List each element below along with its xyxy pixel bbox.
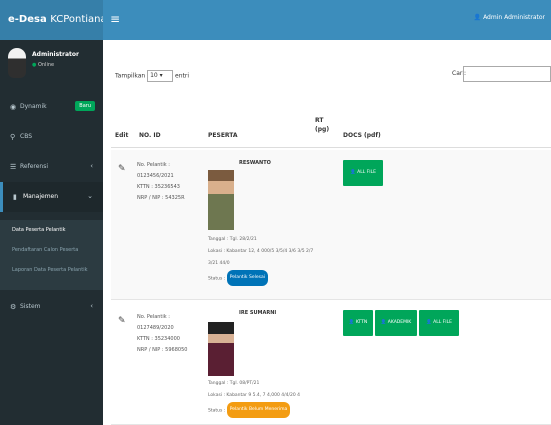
top-navbar: e-Desa KCPontianak ≡ 👤 Admin Administrat… xyxy=(0,0,551,40)
info-line: NRP / NIP : 54325R xyxy=(137,195,185,201)
detail-line: Lokasi : Kabantar 9 5.4, 7 4,000 4/4/20 … xyxy=(208,393,301,398)
entries-label: entri xyxy=(175,72,190,80)
doc-button-label: AKADEMIK xyxy=(387,320,412,325)
detail-line: Tanggal : Tgl. 28/2/21 xyxy=(208,237,257,242)
gear-icon: ⚙ xyxy=(10,303,17,311)
sidebar-item-label: CBS xyxy=(20,133,33,140)
column-header-no-id[interactable]: NO. ID xyxy=(139,132,161,139)
user-name: Administrator xyxy=(32,51,79,58)
edit-icon[interactable]: ✎ xyxy=(118,316,128,326)
chevron-left-icon: ‹ xyxy=(90,302,93,310)
submenu-item-pendaftaran[interactable]: Pendaftaran Calon Peserta xyxy=(0,240,103,260)
table-row: ✎ No. Pelantik : 0123456/2021 KTTN : 352… xyxy=(111,150,551,300)
user-icon: 👤 xyxy=(380,320,388,325)
detail-line: 3/21 44/0 xyxy=(208,261,230,266)
column-header-docs[interactable]: DOCS (pdf) xyxy=(343,132,381,139)
logo-text: e-Desa xyxy=(8,14,51,25)
doc-button-label: ALL FILE xyxy=(433,320,452,325)
participant-photo xyxy=(208,316,234,376)
user-menu-label: Admin Administrator xyxy=(483,14,545,21)
edit-icon[interactable]: ✎ xyxy=(118,164,128,174)
doc-button-label: ALL FILE xyxy=(357,170,376,175)
doc-button-label: KTTN xyxy=(355,320,368,325)
chevron-down-icon: ⌄ xyxy=(87,192,93,200)
logo-suffix: KCPontianak xyxy=(50,14,103,25)
detail-line: Tanggal : Tgl. 08/PT/21 xyxy=(208,381,260,386)
main-content: Tampilkan 10 ▾ entri Cari: Edit NO. ID P… xyxy=(103,40,551,425)
user-status-label: Online xyxy=(37,62,55,68)
search-input[interactable] xyxy=(463,66,551,82)
sidebar: Administrator ● Online ◉ Dynamik Baru ⚲ … xyxy=(0,40,103,425)
app-logo[interactable]: e-Desa KCPontianak xyxy=(0,0,103,40)
participant-photo xyxy=(208,170,234,230)
participant-name: RESWANTO xyxy=(239,160,271,166)
info-line: No. Pelantik : xyxy=(137,162,170,168)
status-badge: Pelantik Selesai xyxy=(226,270,268,286)
table-row: ✎ No. Pelantik : 0127489/2020 KTTN : 352… xyxy=(111,302,551,425)
submenu-item-laporan[interactable]: Laporan Data Peserta Pelantik xyxy=(0,260,103,280)
sidebar-item-label: Referensi xyxy=(20,163,49,170)
sidebar-submenu: Data Peserta Pelantik Pendaftaran Calon … xyxy=(0,220,103,290)
sidebar-item-label: Manajemen xyxy=(23,193,59,200)
info-line: No. Pelantik : xyxy=(137,314,170,320)
list-icon: ☰ xyxy=(10,163,17,171)
info-line: 0123456/2021 xyxy=(137,173,174,179)
all-file-button[interactable]: 👤 ALL FILE xyxy=(343,160,383,186)
user-icon: 👤 xyxy=(348,320,356,325)
status-line: Status : Pelantik Belum Menerima xyxy=(208,402,300,418)
column-header-edit[interactable]: Edit xyxy=(115,132,128,139)
all-file-button[interactable]: 👤 ALL FILE xyxy=(419,310,459,336)
avatar xyxy=(8,48,26,78)
user-icon: 👤 xyxy=(473,14,484,21)
id-info: No. Pelantik : 0123456/2021 KTTN : 35236… xyxy=(137,160,185,204)
participant-name: IRE SUMARNI xyxy=(239,310,277,316)
submenu-item-label: Laporan Data Peserta Pelantik xyxy=(12,267,88,273)
participant-details: Tanggal : Tgl. 08/PT/21 Lokasi : Kabanta… xyxy=(208,378,300,418)
entries-length-control: Tampilkan 10 ▾ entri xyxy=(115,70,189,82)
akademik-button[interactable]: 👤 AKADEMIK xyxy=(375,310,417,336)
column-header-peserta[interactable]: PESERTA xyxy=(208,132,238,139)
status-badge: Pelantik Belum Menerima xyxy=(226,402,291,418)
dashboard-icon: ◉ xyxy=(10,103,17,111)
sidebar-item-cbs[interactable]: ⚲ CBS xyxy=(0,122,103,152)
search-icon: ⚲ xyxy=(10,133,16,141)
info-line: NRP / NIP : 5968050 xyxy=(137,347,188,353)
entries-select-value: 10 xyxy=(150,72,158,79)
status-label: Status : xyxy=(208,408,226,414)
info-line: 0127489/2020 xyxy=(137,325,174,331)
user-panel: Administrator ● Online xyxy=(0,40,103,88)
entries-select[interactable]: 10 ▾ xyxy=(147,70,174,82)
status-line: Status : Pelantik Selesai xyxy=(208,270,313,286)
table-header: Edit NO. ID PESERTA RT (pg) DOCS (pdf) xyxy=(111,110,551,148)
sidebar-item-label: Dynamik xyxy=(20,103,47,110)
sidebar-item-label: Sistem xyxy=(20,303,41,310)
info-line: KTTN : 35234000 xyxy=(137,336,180,342)
info-line: KTTN : 35236543 xyxy=(137,184,180,190)
show-label: Tampilkan xyxy=(115,72,146,80)
status-label: Status : xyxy=(208,276,226,282)
sidebar-item-manajemen[interactable]: ▮ Manajemen ⌄ xyxy=(0,182,103,212)
new-badge: Baru xyxy=(75,101,95,111)
user-status: ● Online xyxy=(32,62,54,68)
sidebar-menu: ◉ Dynamik Baru ⚲ CBS ☰ Referensi ‹ ▮ Man… xyxy=(0,92,103,212)
id-info: No. Pelantik : 0127489/2020 KTTN : 35234… xyxy=(137,312,187,356)
submenu-item-label: Data Peserta Pelantik xyxy=(12,227,66,233)
user-menu[interactable]: 👤 Admin Administrator xyxy=(474,14,545,21)
book-icon: ▮ xyxy=(13,193,17,201)
sidebar-item-sistem[interactable]: ⚙ Sistem ‹ xyxy=(0,292,103,322)
column-header-rt[interactable]: RT (pg) xyxy=(315,116,329,134)
submenu-item-data-peserta[interactable]: Data Peserta Pelantik xyxy=(0,220,103,240)
submenu-item-label: Pendaftaran Calon Peserta xyxy=(12,247,79,253)
sidebar-menu-extra: ⚙ Sistem ‹ xyxy=(0,292,103,322)
sidebar-item-referensi[interactable]: ☰ Referensi ‹ xyxy=(0,152,103,182)
detail-line: Lokasi : Kabantar 12, 4 000/5 3/5/4 3/6 … xyxy=(208,249,314,254)
participant-details: Tanggal : Tgl. 28/2/21 Lokasi : Kabantar… xyxy=(208,234,313,286)
sidebar-item-dynamik[interactable]: ◉ Dynamik Baru xyxy=(0,92,103,122)
chevron-left-icon: ‹ xyxy=(90,162,93,170)
kttn-button[interactable]: 👤 KTTN xyxy=(343,310,373,336)
sidebar-toggle-button[interactable]: ≡ xyxy=(110,12,120,26)
